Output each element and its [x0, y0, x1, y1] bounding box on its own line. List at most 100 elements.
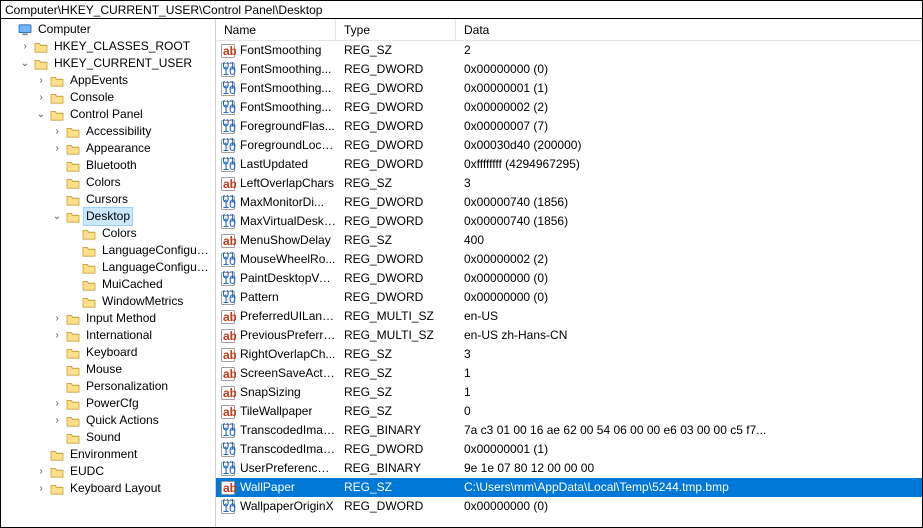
binary-value-icon: 01101001 [220, 62, 236, 78]
value-type: REG_SZ [336, 231, 456, 250]
column-type-header[interactable]: Type [336, 19, 456, 40]
chevron-right-icon[interactable]: › [49, 140, 65, 157]
chevron-right-icon[interactable]: › [33, 72, 49, 89]
tree-item[interactable]: Colors [1, 174, 215, 191]
value-row[interactable]: 01101001MaxMonitorDi...REG_DWORD0x000007… [216, 193, 922, 212]
tree-item[interactable]: Environment [1, 446, 215, 463]
value-row[interactable]: 01101001ForegroundLock...REG_DWORD0x0003… [216, 136, 922, 155]
folder-icon [65, 396, 81, 412]
value-type: REG_SZ [336, 402, 456, 421]
value-data: 0x00000007 (7) [456, 117, 922, 136]
chevron-right-icon[interactable]: › [49, 395, 65, 412]
string-value-icon: ab [220, 347, 236, 363]
tree-item[interactable]: WindowMetrics [1, 293, 215, 310]
tree-item[interactable]: ⌄Desktop [1, 208, 215, 225]
tree-item[interactable]: Cursors [1, 191, 215, 208]
value-row[interactable]: abTileWallpaperREG_SZ0 [216, 402, 922, 421]
tree-item[interactable]: ›Keyboard Layout [1, 480, 215, 497]
tree-item[interactable]: ›Accessibility [1, 123, 215, 140]
chevron-right-icon[interactable]: › [49, 327, 65, 344]
value-data: 3 [456, 345, 922, 364]
value-row[interactable]: 01101001TranscodedImag...REG_BINARY7a c3… [216, 421, 922, 440]
tree-item[interactable]: › AppEvents [1, 72, 215, 89]
value-row[interactable]: abScreenSaveActiveREG_SZ1 [216, 364, 922, 383]
tree-item[interactable]: ›Quick Actions [1, 412, 215, 429]
value-row[interactable]: 01101001FontSmoothing...REG_DWORD0x00000… [216, 60, 922, 79]
value-name: ForegroundFlas... [240, 117, 335, 136]
value-row[interactable]: 01101001UserPreferences...REG_BINARY9e 1… [216, 459, 922, 478]
chevron-down-icon[interactable]: ⌄ [33, 106, 49, 123]
svg-text:ab: ab [223, 177, 236, 191]
address-bar[interactable]: Computer\HKEY_CURRENT_USER\Control Panel… [1, 1, 922, 19]
chevron-right-icon[interactable]: › [17, 38, 33, 55]
chevron-right-icon[interactable]: › [49, 310, 65, 327]
binary-value-icon: 01101001 [220, 423, 236, 439]
chevron-right-icon[interactable]: › [33, 89, 49, 106]
list-pane[interactable]: Name Type Data abFontSmoothingREG_SZ2011… [216, 19, 922, 527]
svg-text:ab: ab [223, 367, 236, 381]
column-data-header[interactable]: Data [456, 19, 922, 40]
chevron-right-icon[interactable]: › [33, 480, 49, 497]
svg-text:1001: 1001 [223, 83, 237, 97]
tree-item[interactable]: ›EUDC [1, 463, 215, 480]
value-row[interactable]: abPreviousPreferre...REG_MULTI_SZen-US z… [216, 326, 922, 345]
value-row[interactable]: abMenuShowDelayREG_SZ400 [216, 231, 922, 250]
chevron-right-icon[interactable]: › [33, 463, 49, 480]
tree-item[interactable]: LanguageConfigu… [1, 259, 215, 276]
tree-pane[interactable]: Computer›HKEY_CLASSES_ROOT⌄HKEY_CURRENT_… [1, 19, 216, 527]
value-row[interactable]: 01101001TranscodedImag...REG_DWORD0x0000… [216, 440, 922, 459]
tree-item[interactable]: ›HKEY_CLASSES_ROOT [1, 38, 215, 55]
chevron-right-icon[interactable]: › [49, 412, 65, 429]
value-row[interactable]: abWallPaperREG_SZC:\Users\mm\AppData\Loc… [216, 478, 922, 497]
tree-item[interactable]: ›Appearance [1, 140, 215, 157]
value-row[interactable]: abLeftOverlapCharsREG_SZ3 [216, 174, 922, 193]
value-name: LastUpdated [240, 155, 308, 174]
tree-item[interactable]: ⌄HKEY_CURRENT_USER [1, 55, 215, 72]
value-row[interactable]: abFontSmoothingREG_SZ2 [216, 41, 922, 60]
tree-item[interactable]: MuiCached [1, 276, 215, 293]
value-data: 0xffffffff (4294967295) [456, 155, 922, 174]
tree-item[interactable]: ›International [1, 327, 215, 344]
value-name-cell: 01101001FontSmoothing... [216, 98, 336, 117]
tree-item[interactable]: ›Console [1, 89, 215, 106]
tree-item[interactable]: Personalization [1, 378, 215, 395]
value-row[interactable]: abPreferredUILang...REG_MULTI_SZen-US [216, 307, 922, 326]
value-row[interactable]: abSnapSizingREG_SZ1 [216, 383, 922, 402]
chevron-down-icon[interactable]: ⌄ [17, 55, 33, 72]
tree-item[interactable]: ›PowerCfg [1, 395, 215, 412]
value-row[interactable]: abRightOverlapCh...REG_SZ3 [216, 345, 922, 364]
tree-item[interactable]: Mouse [1, 361, 215, 378]
tree-item[interactable]: Bluetooth [1, 157, 215, 174]
value-row[interactable]: 01101001ForegroundFlas...REG_DWORD0x0000… [216, 117, 922, 136]
value-row[interactable]: 01101001FontSmoothing...REG_DWORD0x00000… [216, 79, 922, 98]
value-type: REG_SZ [336, 41, 456, 60]
string-value-icon: ab [220, 480, 236, 496]
value-row[interactable]: 01101001PatternREG_DWORD0x00000000 (0) [216, 288, 922, 307]
string-value-icon: ab [220, 233, 236, 249]
tree-item-label: AppEvents [68, 72, 130, 89]
value-name-cell: abWallPaper [216, 478, 336, 497]
value-row[interactable]: 01101001PaintDesktopVer...REG_DWORD0x000… [216, 269, 922, 288]
tree-item[interactable]: Keyboard [1, 344, 215, 361]
value-type: REG_DWORD [336, 193, 456, 212]
binary-value-icon: 01101001 [220, 442, 236, 458]
value-row[interactable]: 01101001WallpaperOriginXREG_DWORD0x00000… [216, 497, 922, 516]
column-name-header[interactable]: Name [216, 19, 336, 40]
value-row[interactable]: 01101001MouseWheelRo...REG_DWORD0x000000… [216, 250, 922, 269]
binary-value-icon: 01101001 [220, 119, 236, 135]
value-name-cell: abRightOverlapCh... [216, 345, 336, 364]
value-type: REG_DWORD [336, 98, 456, 117]
tree-item[interactable]: LanguageConfigu… [1, 242, 215, 259]
tree-item[interactable]: Computer [1, 21, 215, 38]
value-row[interactable]: 01101001MaxVirtualDeskt...REG_DWORD0x000… [216, 212, 922, 231]
value-row[interactable]: 01101001LastUpdatedREG_DWORD0xffffffff (… [216, 155, 922, 174]
value-name-cell: 01101001MaxMonitorDi... [216, 193, 336, 212]
tree-item[interactable]: Sound [1, 429, 215, 446]
tree-item[interactable]: ⌄Control Panel [1, 106, 215, 123]
value-type: REG_SZ [336, 174, 456, 193]
chevron-down-icon[interactable]: ⌄ [49, 208, 65, 225]
tree-item[interactable]: Colors [1, 225, 215, 242]
tree-item[interactable]: ›Input Method [1, 310, 215, 327]
value-row[interactable]: 01101001FontSmoothing...REG_DWORD0x00000… [216, 98, 922, 117]
chevron-right-icon[interactable]: › [49, 123, 65, 140]
